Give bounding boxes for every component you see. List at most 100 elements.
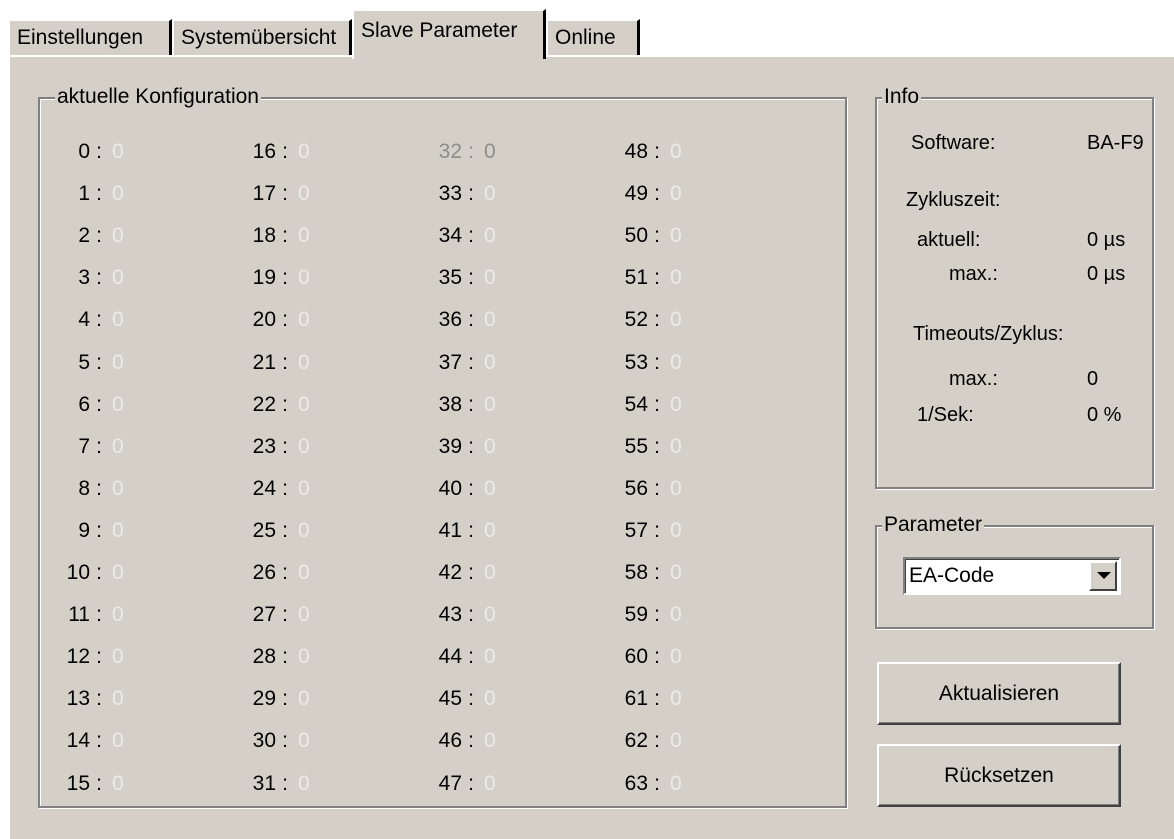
config-item-value: 0: [298, 308, 310, 331]
config-item: 38:0: [414, 390, 500, 420]
config-item-index: 23: [252, 435, 276, 458]
config-item-separator: :: [654, 393, 660, 416]
software-label: Software:: [911, 132, 996, 154]
config-item: 8:0: [42, 474, 128, 504]
config-item-index: 30: [252, 729, 276, 752]
config-item-value: 0: [298, 435, 310, 458]
config-item-index: 25: [252, 519, 276, 542]
tab-systemuebersicht[interactable]: Systemübersicht: [172, 19, 352, 55]
config-item: 3:0: [42, 263, 128, 293]
config-item-index: 4: [78, 308, 90, 331]
cycle-current-value: 0 µs: [1087, 229, 1126, 251]
config-item-index: 24: [252, 477, 276, 500]
config-item: 60:0: [600, 642, 686, 672]
config-item: 34:0: [414, 221, 500, 251]
config-item: 37:0: [414, 348, 500, 378]
config-item-value: 0: [112, 561, 124, 584]
refresh-button[interactable]: Aktualisieren: [877, 662, 1121, 725]
config-item-separator: :: [282, 519, 288, 542]
config-item-index: 9: [78, 519, 90, 542]
config-item-value: 0: [484, 435, 496, 458]
config-item-separator: :: [654, 435, 660, 458]
config-item-index: 44: [438, 645, 462, 668]
dropdown-button[interactable]: [1089, 561, 1117, 591]
config-item-separator: :: [282, 772, 288, 795]
config-item-value: 0: [112, 435, 124, 458]
config-item-separator: :: [282, 182, 288, 205]
config-item-value: 0: [112, 351, 124, 374]
config-item: 1:0: [42, 179, 128, 209]
config-item-value: 0: [670, 477, 682, 500]
config-item: 16:0: [228, 137, 314, 167]
tab-slave-parameter[interactable]: Slave Parameter: [352, 9, 546, 59]
config-item-separator: :: [96, 772, 102, 795]
config-item-value: 0: [670, 603, 682, 626]
config-item-separator: :: [468, 603, 474, 626]
config-item-separator: :: [96, 729, 102, 752]
config-item-index: 2: [78, 224, 90, 247]
config-item: 24:0: [228, 474, 314, 504]
config-item: 29:0: [228, 684, 314, 714]
config-item-separator: :: [468, 224, 474, 247]
config-item-index: 40: [438, 477, 462, 500]
config-item: 41:0: [414, 516, 500, 546]
config-item: 48:0: [600, 137, 686, 167]
config-item: 9:0: [42, 516, 128, 546]
config-item-separator: :: [96, 351, 102, 374]
config-item-separator: :: [468, 645, 474, 668]
config-item-value: 0: [112, 308, 124, 331]
config-item: 6:0: [42, 390, 128, 420]
config-item-index: 34: [438, 224, 462, 247]
config-item-index: 14: [66, 729, 90, 752]
config-item-value: 0: [112, 393, 124, 416]
parameter-select[interactable]: EA-Code: [903, 557, 1121, 595]
config-item: 46:0: [414, 726, 500, 756]
config-item: 19:0: [228, 263, 314, 293]
config-item-value: 0: [112, 645, 124, 668]
tab-online[interactable]: Online: [546, 19, 640, 55]
config-item-value: 0: [484, 140, 496, 163]
config-item: 44:0: [414, 642, 500, 672]
config-item-value: 0: [484, 772, 496, 795]
config-item-separator: :: [96, 435, 102, 458]
config-item-separator: :: [282, 224, 288, 247]
tab-einstellungen[interactable]: Einstellungen: [8, 19, 172, 55]
config-item-index: 17: [252, 182, 276, 205]
config-item-index: 37: [438, 351, 462, 374]
config-item-index: 20: [252, 308, 276, 331]
config-item-index: 54: [624, 393, 648, 416]
config-item: 0:0: [42, 137, 128, 167]
config-item: 51:0: [600, 263, 686, 293]
config-item-value: 0: [670, 772, 682, 795]
config-item-value: 0: [298, 519, 310, 542]
config-item-index: 47: [438, 772, 462, 795]
config-item-index: 52: [624, 308, 648, 331]
config-item-index: 50: [624, 224, 648, 247]
config-item-value: 0: [112, 729, 124, 752]
config-item-value: 0: [670, 351, 682, 374]
config-item-index: 60: [624, 645, 648, 668]
config-item-separator: :: [654, 140, 660, 163]
config-item-separator: :: [468, 477, 474, 500]
config-item-value: 0: [484, 561, 496, 584]
config-item: 54:0: [600, 390, 686, 420]
config-item-value: 0: [670, 182, 682, 205]
reset-button[interactable]: Rücksetzen: [877, 744, 1121, 807]
config-item-index: 0: [78, 140, 90, 163]
timeouts-max-value: 0: [1087, 368, 1099, 390]
config-item-value: 0: [484, 224, 496, 247]
config-item: 42:0: [414, 558, 500, 588]
config-item-value: 0: [112, 224, 124, 247]
tab-bar: Einstellungen Systemübersicht Slave Para…: [0, 0, 1174, 59]
config-item-index: 19: [252, 266, 276, 289]
config-item-value: 0: [298, 561, 310, 584]
config-item-separator: :: [654, 519, 660, 542]
timeouts-label: Timeouts/Zyklus:: [913, 323, 1064, 345]
config-item-separator: :: [654, 182, 660, 205]
config-item: 45:0: [414, 684, 500, 714]
config-item-value: 0: [298, 603, 310, 626]
config-item-index: 43: [438, 603, 462, 626]
config-item: 22:0: [228, 390, 314, 420]
config-item-value: 0: [112, 772, 124, 795]
config-item-separator: :: [282, 351, 288, 374]
